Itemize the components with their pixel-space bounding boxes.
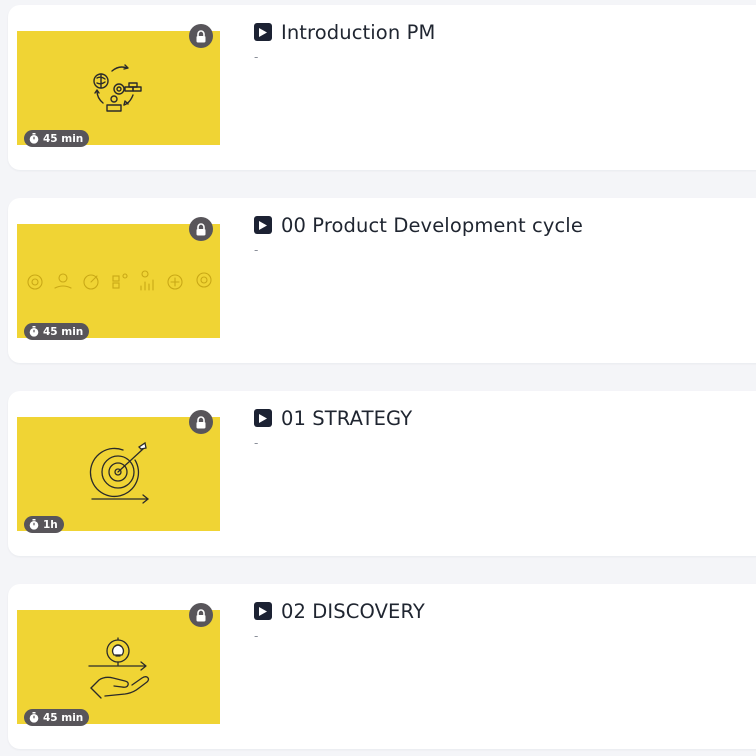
course-info: 02 DISCOVERY - <box>254 599 756 643</box>
stopwatch-icon <box>29 326 39 337</box>
stopwatch-icon <box>29 712 39 723</box>
play-icon[interactable] <box>254 602 272 620</box>
play-icon[interactable] <box>254 23 272 41</box>
course-title[interactable]: Introduction PM <box>281 21 435 44</box>
duration-badge: 45 min <box>24 130 90 147</box>
course-description: - <box>254 436 259 450</box>
course-card[interactable]: 45 min 00 Product Development cycle - <box>8 198 756 363</box>
course-info: 01 STRATEGY - <box>254 406 756 450</box>
course-list: 45 min Introduction PM - 45 min 00 Produ… <box>0 0 756 756</box>
course-card[interactable]: 45 min 02 DISCOVERY - <box>8 584 756 749</box>
brain-cycle-icon <box>93 64 142 112</box>
lightbulb-hand-icon <box>88 637 150 699</box>
play-icon[interactable] <box>254 216 272 234</box>
course-card[interactable]: 45 min Introduction PM - <box>8 5 756 170</box>
duration-badge: 1h <box>24 516 64 533</box>
course-title[interactable]: 01 STRATEGY <box>281 407 412 430</box>
target-arrow-icon <box>89 441 150 504</box>
lock-icon <box>189 410 213 434</box>
course-thumbnail[interactable]: 45 min <box>17 217 220 340</box>
course-thumbnail[interactable]: 1h <box>17 410 220 533</box>
lock-icon <box>189 24 213 48</box>
course-title[interactable]: 02 DISCOVERY <box>281 600 425 623</box>
lock-icon <box>189 603 213 627</box>
course-description: - <box>254 629 259 643</box>
play-icon[interactable] <box>254 409 272 427</box>
duration-text: 45 min <box>43 132 84 145</box>
course-card[interactable]: 1h 01 STRATEGY - <box>8 391 756 556</box>
course-description: - <box>254 243 259 257</box>
course-info: 00 Product Development cycle - <box>254 213 756 257</box>
stopwatch-icon <box>29 133 39 144</box>
stopwatch-icon <box>29 519 39 530</box>
course-thumbnail[interactable]: 45 min <box>17 24 220 147</box>
course-title[interactable]: 00 Product Development cycle <box>281 214 583 237</box>
duration-text: 45 min <box>43 325 84 338</box>
duration-text: 1h <box>43 518 58 531</box>
course-thumbnail[interactable]: 45 min <box>17 603 220 726</box>
course-description: - <box>254 50 259 64</box>
duration-text: 45 min <box>43 711 84 724</box>
duration-badge: 45 min <box>24 709 90 726</box>
duration-badge: 45 min <box>24 323 90 340</box>
lock-icon <box>189 217 213 241</box>
course-info: Introduction PM - <box>254 20 756 64</box>
process-steps-icon <box>27 270 212 291</box>
